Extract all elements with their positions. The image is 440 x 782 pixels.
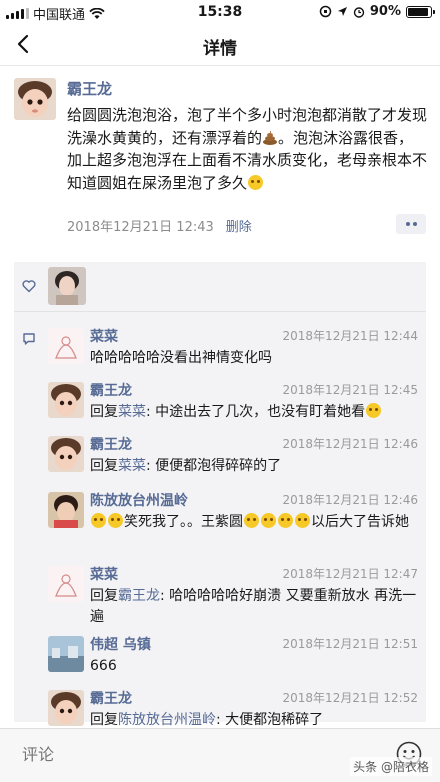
reply-prefix: 回复 xyxy=(90,404,118,420)
comment-item[interactable]: 霸王龙 2018年12月21日 12:46 回复菜菜: 便便都泡得碎碎的了 xyxy=(48,434,418,484)
comment-item[interactable]: 菜菜 2018年12月21日 12:47 回复霸王龙: 哈哈哈哈哈好崩溃 又要重… xyxy=(48,564,418,634)
commenter-name[interactable]: 菜菜 xyxy=(90,326,118,346)
commenter-name[interactable]: 陈放放台州温岭 xyxy=(90,490,188,510)
poop-emoji-icon xyxy=(263,130,278,145)
grimace-emoji-icon xyxy=(261,513,276,528)
comment-item[interactable]: 霸王龙 2018年12月21日 12:52 回复陈放放台州温岭: 大便都泡稀碎了 xyxy=(48,688,418,728)
commenter-name[interactable]: 霸王龙 xyxy=(90,434,132,454)
comment-text: 666 xyxy=(90,658,117,674)
sweat-smile-emoji-icon xyxy=(366,403,382,418)
post-meta: 2018年12月21日 12:43 删除 xyxy=(67,216,252,235)
location-icon xyxy=(337,7,347,16)
comment-text: 回复菜菜: 中途出去了几次，也没有盯着她看 xyxy=(90,402,418,423)
commenter-name[interactable]: 菜菜 xyxy=(90,564,118,584)
battery-fill xyxy=(408,7,428,16)
commenter-avatar[interactable] xyxy=(48,636,84,672)
reply-target[interactable]: 霸王龙 xyxy=(118,588,160,604)
commenter-name[interactable]: 霸王龙 xyxy=(90,688,132,708)
commenter-avatar[interactable] xyxy=(48,566,84,602)
liker-avatar[interactable] xyxy=(48,267,86,305)
comment-item[interactable]: 菜菜 2018年12月21日 12:44 哈哈哈哈哈没看出神情变化吗 xyxy=(48,326,418,376)
commenter-avatar[interactable] xyxy=(48,382,84,418)
comment-text: 哈哈哈哈哈没看出神情变化吗 xyxy=(90,350,272,366)
author-avatar[interactable] xyxy=(14,78,56,120)
reply-text: : 中途出去了几次，也没有盯着她看 xyxy=(146,404,366,420)
comment-text: 回复菜菜: 便便都泡得碎碎的了 xyxy=(90,456,418,477)
reply-target[interactable]: 菜菜 xyxy=(118,404,146,420)
post-text: 给圆圆洗泡泡浴，泡了半个多小时泡泡都消散了才发现洗澡水黄黄的，还有漂浮着的 。泡泡… xyxy=(67,104,427,194)
comment-text-part1: 笑死我了。。王紫圆 xyxy=(124,514,243,530)
interaction-panel: 菜菜 2018年12月21日 12:44 哈哈哈哈哈没看出神情变化吗 霸王龙 2… xyxy=(14,262,426,728)
laugh-cry-emoji-icon xyxy=(91,513,106,528)
battery-icon xyxy=(406,5,435,18)
comment-item[interactable]: 霸王龙 2018年12月21日 12:45 回复菜菜: 中途出去了几次，也没有盯… xyxy=(48,380,418,430)
comment-item[interactable]: 伟超 乌镇 2018年12月21日 12:51 666 xyxy=(48,634,418,684)
status-right: 90% xyxy=(319,4,435,19)
reply-prefix: 回复 xyxy=(90,458,118,474)
commenter-name[interactable]: 霸王龙 xyxy=(90,380,132,400)
comment-time: 2018年12月21日 12:47 xyxy=(282,567,418,581)
post-timestamp: 2018年12月21日 12:43 xyxy=(67,220,214,235)
watermark: 头条 @陪衣格 xyxy=(350,757,432,776)
reply-prefix: 回复 xyxy=(90,712,118,728)
comment-text: 回复霸王龙: 哈哈哈哈哈好崩溃 又要重新放水 再洗一遍 xyxy=(90,586,418,628)
comment-time: 2018年12月21日 12:51 xyxy=(282,637,418,651)
commenter-avatar[interactable] xyxy=(48,690,84,726)
sweat-smile-emoji-icon xyxy=(248,174,264,190)
comment-time: 2018年12月21日 12:46 xyxy=(282,437,418,451)
comment-time: 2018年12月21日 12:44 xyxy=(282,329,418,343)
alarm-icon xyxy=(353,6,365,18)
nav-bar: 详情 xyxy=(0,24,440,66)
comment-time: 2018年12月21日 12:45 xyxy=(282,383,418,397)
comment-icon xyxy=(23,333,35,345)
laugh-cry-emoji-icon xyxy=(108,513,123,528)
comment-item[interactable]: 陈放放台州温岭 2018年12月21日 12:46 笑死我了。。王紫圆 以后大了告… xyxy=(48,490,418,560)
more-options-button[interactable] xyxy=(396,214,426,234)
commenter-avatar[interactable] xyxy=(48,436,84,472)
heart-icon xyxy=(22,280,36,293)
commenter-avatar[interactable] xyxy=(48,492,84,528)
comment-text-part2: 以后大了告诉她 xyxy=(311,514,409,530)
battery-percent: 90% xyxy=(369,4,401,19)
grimace-emoji-icon xyxy=(295,513,310,528)
comment-time: 2018年12月21日 12:52 xyxy=(282,691,418,705)
grimace-emoji-icon xyxy=(278,513,293,528)
delete-button[interactable]: 删除 xyxy=(226,216,252,235)
rotation-lock-icon xyxy=(319,5,332,18)
grimace-emoji-icon xyxy=(244,513,259,528)
comment-text: 笑死我了。。王紫圆 以后大了告诉她 xyxy=(90,512,418,533)
reply-text: : 大便都泡稀碎了 xyxy=(216,712,324,728)
commenter-name[interactable]: 伟超 乌镇 xyxy=(90,634,151,654)
reply-target[interactable]: 菜菜 xyxy=(118,458,146,474)
comment-bar: 头条 @陪衣格 xyxy=(0,728,440,782)
moment-post: 霸王龙 给圆圆洗泡泡浴，泡了半个多小时泡泡都消散了才发现洗澡水黄黄的，还有漂浮着… xyxy=(0,66,440,259)
comment-input[interactable] xyxy=(14,737,384,773)
reply-prefix: 回复 xyxy=(90,588,118,604)
status-bar: 中国联通 15:38 90% xyxy=(0,0,440,24)
likes-row xyxy=(14,262,426,312)
reply-target[interactable]: 陈放放台州温岭 xyxy=(118,712,216,728)
author-name[interactable]: 霸王龙 xyxy=(67,78,112,99)
commenter-avatar[interactable] xyxy=(48,328,84,364)
reply-text: : 便便都泡得碎碎的了 xyxy=(146,458,282,474)
comment-time: 2018年12月21日 12:46 xyxy=(282,493,418,507)
page-title: 详情 xyxy=(203,39,237,59)
